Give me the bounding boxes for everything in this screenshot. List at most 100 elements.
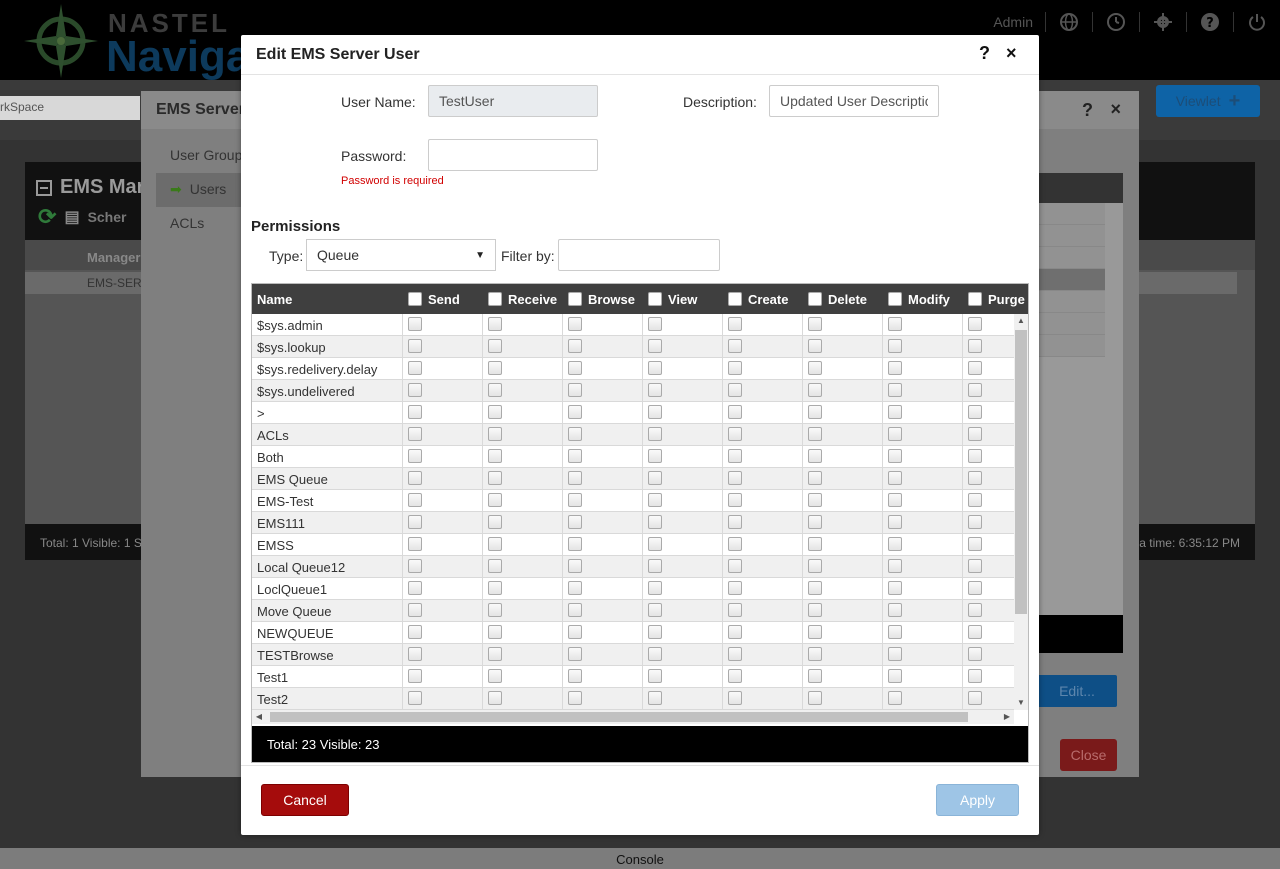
permission-checkbox-create[interactable] <box>728 625 742 639</box>
permission-checkbox-receive[interactable] <box>488 339 502 353</box>
scroll-thumb[interactable] <box>270 712 968 722</box>
type-select[interactable]: Queue ▼ <box>306 239 496 271</box>
permission-checkbox-purge[interactable] <box>968 647 982 661</box>
nav-item-user-groups[interactable]: User Group <box>156 139 246 173</box>
permission-checkbox-receive[interactable] <box>488 361 502 375</box>
permission-checkbox-purge[interactable] <box>968 691 982 705</box>
column-header-create[interactable]: Create <box>728 284 788 314</box>
select-all-checkbox[interactable] <box>968 292 982 306</box>
permission-checkbox-create[interactable] <box>728 339 742 353</box>
permission-checkbox-receive[interactable] <box>488 537 502 551</box>
permission-checkbox-send[interactable] <box>408 493 422 507</box>
permission-checkbox-browse[interactable] <box>568 449 582 463</box>
permission-checkbox-delete[interactable] <box>808 317 822 331</box>
horizontal-scrollbar[interactable]: ◀ ▶ <box>252 710 1014 724</box>
permission-checkbox-delete[interactable] <box>808 427 822 441</box>
permission-checkbox-delete[interactable] <box>808 559 822 573</box>
permission-checkbox-purge[interactable] <box>968 449 982 463</box>
permission-checkbox-view[interactable] <box>648 603 662 617</box>
table-row[interactable]: NEWQUEUE <box>252 622 1014 644</box>
permission-checkbox-create[interactable] <box>728 405 742 419</box>
table-row[interactable] <box>1037 291 1105 313</box>
table-row[interactable] <box>1037 313 1105 335</box>
permission-checkbox-create[interactable] <box>728 603 742 617</box>
permission-checkbox-browse[interactable] <box>568 559 582 573</box>
permission-checkbox-view[interactable] <box>648 537 662 551</box>
permission-checkbox-browse[interactable] <box>568 537 582 551</box>
apply-button[interactable]: Apply <box>936 784 1019 816</box>
edit-button[interactable]: Edit... <box>1037 675 1117 707</box>
column-header-view[interactable]: View <box>648 284 697 314</box>
permission-checkbox-send[interactable] <box>408 405 422 419</box>
permission-checkbox-create[interactable] <box>728 669 742 683</box>
permission-checkbox-receive[interactable] <box>488 647 502 661</box>
permission-checkbox-view[interactable] <box>648 559 662 573</box>
user-name[interactable]: Admin <box>993 14 1033 30</box>
permission-checkbox-browse[interactable] <box>568 339 582 353</box>
globe-icon[interactable] <box>1058 11 1080 33</box>
permission-checkbox-receive[interactable] <box>488 383 502 397</box>
scroll-left-icon[interactable]: ◀ <box>252 710 266 724</box>
permission-checkbox-receive[interactable] <box>488 691 502 705</box>
permission-checkbox-delete[interactable] <box>808 581 822 595</box>
permission-checkbox-view[interactable] <box>648 383 662 397</box>
table-row[interactable]: EMSS <box>252 534 1014 556</box>
permission-checkbox-send[interactable] <box>408 559 422 573</box>
permission-checkbox-modify[interactable] <box>888 405 902 419</box>
permission-checkbox-view[interactable] <box>648 361 662 375</box>
scroll-thumb[interactable] <box>1015 330 1027 614</box>
permission-checkbox-browse[interactable] <box>568 471 582 485</box>
table-row[interactable]: EMS-Test <box>252 490 1014 512</box>
permission-checkbox-send[interactable] <box>408 339 422 353</box>
permission-checkbox-create[interactable] <box>728 581 742 595</box>
permission-checkbox-modify[interactable] <box>888 669 902 683</box>
permission-checkbox-receive[interactable] <box>488 471 502 485</box>
table-row[interactable]: TESTBrowse <box>252 644 1014 666</box>
permission-checkbox-purge[interactable] <box>968 361 982 375</box>
permission-checkbox-create[interactable] <box>728 559 742 573</box>
permission-checkbox-view[interactable] <box>648 669 662 683</box>
permission-checkbox-receive[interactable] <box>488 405 502 419</box>
permission-checkbox-modify[interactable] <box>888 317 902 331</box>
permission-checkbox-send[interactable] <box>408 647 422 661</box>
permission-checkbox-receive[interactable] <box>488 449 502 463</box>
permission-checkbox-delete[interactable] <box>808 669 822 683</box>
permission-checkbox-send[interactable] <box>408 581 422 595</box>
permission-checkbox-send[interactable] <box>408 471 422 485</box>
permission-checkbox-browse[interactable] <box>568 493 582 507</box>
close-button[interactable]: Close <box>1060 739 1117 771</box>
table-row[interactable] <box>1037 335 1105 357</box>
permission-checkbox-purge[interactable] <box>968 405 982 419</box>
filter-input[interactable] <box>558 239 720 271</box>
permission-checkbox-view[interactable] <box>648 471 662 485</box>
column-header-send[interactable]: Send <box>408 284 460 314</box>
permission-checkbox-receive[interactable] <box>488 317 502 331</box>
permission-checkbox-purge[interactable] <box>968 515 982 529</box>
permission-checkbox-send[interactable] <box>408 603 422 617</box>
permission-checkbox-view[interactable] <box>648 317 662 331</box>
permission-checkbox-create[interactable] <box>728 427 742 441</box>
permission-checkbox-browse[interactable] <box>568 669 582 683</box>
table-row[interactable]: EMS Queue <box>252 468 1014 490</box>
permission-checkbox-browse[interactable] <box>568 581 582 595</box>
permission-checkbox-modify[interactable] <box>888 647 902 661</box>
permission-checkbox-delete[interactable] <box>808 339 822 353</box>
permission-checkbox-purge[interactable] <box>968 603 982 617</box>
permission-checkbox-receive[interactable] <box>488 603 502 617</box>
permission-checkbox-receive[interactable] <box>488 669 502 683</box>
permission-checkbox-create[interactable] <box>728 515 742 529</box>
scroll-up-icon[interactable]: ▲ <box>1014 314 1028 328</box>
select-all-checkbox[interactable] <box>408 292 422 306</box>
permission-checkbox-purge[interactable] <box>968 339 982 353</box>
gear-icon[interactable] <box>1152 11 1174 33</box>
permission-checkbox-modify[interactable] <box>888 515 902 529</box>
permission-checkbox-purge[interactable] <box>968 537 982 551</box>
clock-icon[interactable] <box>1105 11 1127 33</box>
select-all-checkbox[interactable] <box>648 292 662 306</box>
permission-checkbox-send[interactable] <box>408 669 422 683</box>
permission-checkbox-browse[interactable] <box>568 691 582 705</box>
help-icon[interactable]: ? <box>1199 11 1221 33</box>
permission-checkbox-view[interactable] <box>648 339 662 353</box>
permission-checkbox-delete[interactable] <box>808 625 822 639</box>
permission-checkbox-view[interactable] <box>648 581 662 595</box>
